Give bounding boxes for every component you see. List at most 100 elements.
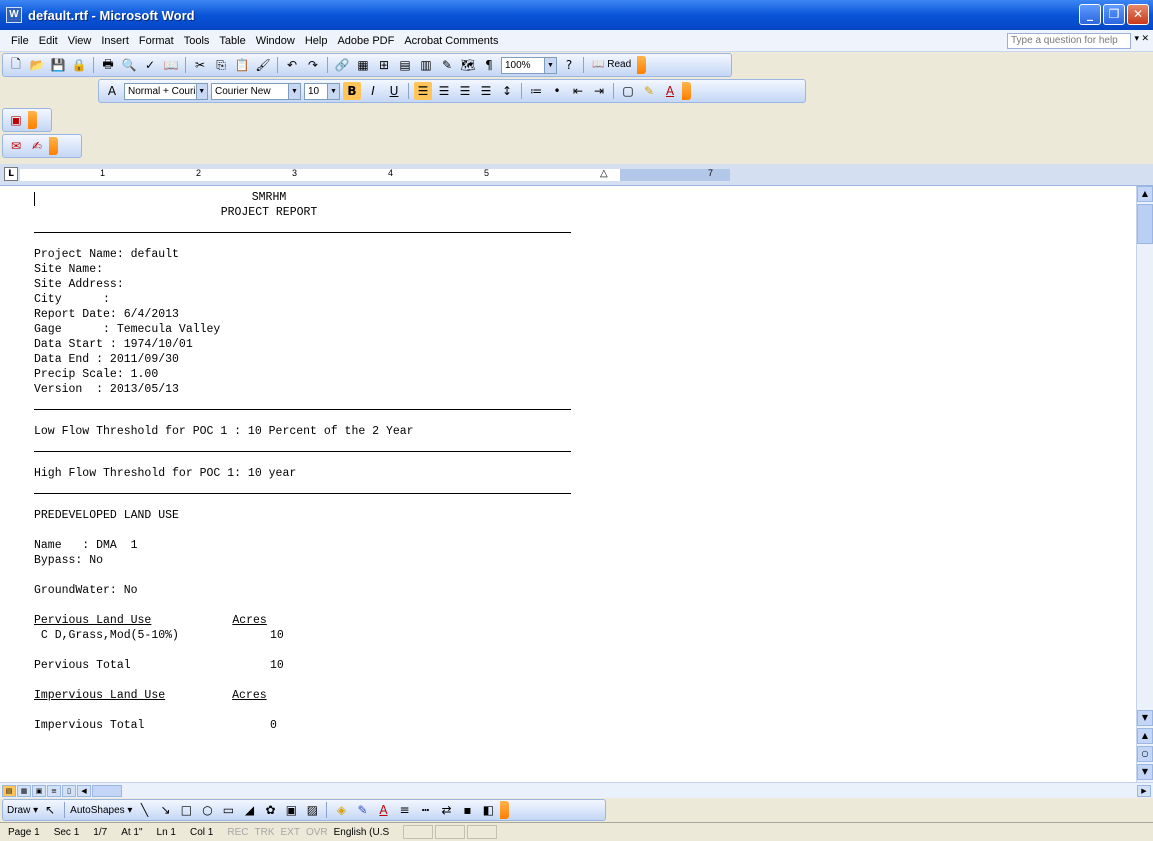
- highlight-icon[interactable]: ✎: [640, 82, 658, 100]
- status-rec[interactable]: REC: [227, 827, 248, 838]
- menu-edit[interactable]: Edit: [34, 35, 63, 47]
- pdf-review-icon[interactable]: ✍: [28, 137, 46, 155]
- rectangle-icon[interactable]: □: [177, 801, 195, 819]
- diagram-icon[interactable]: ✿: [261, 801, 279, 819]
- decrease-indent-icon[interactable]: ⇤: [569, 82, 587, 100]
- line-icon[interactable]: ╲: [135, 801, 153, 819]
- toolbar-options-icon[interactable]: [49, 137, 58, 155]
- tab-selector-icon[interactable]: L: [4, 167, 18, 181]
- align-center-icon[interactable]: ☰: [435, 82, 453, 100]
- vertical-scrollbar[interactable]: ▲ ▼ ▲ ○ ▼: [1136, 186, 1153, 782]
- clip-art-icon[interactable]: ▣: [282, 801, 300, 819]
- picture-icon[interactable]: ▨: [303, 801, 321, 819]
- pdf-email-icon[interactable]: ✉: [7, 137, 25, 155]
- font-select[interactable]: Courier New ▼: [211, 82, 301, 100]
- toolbar-options-icon[interactable]: [500, 801, 510, 819]
- scroll-left-icon[interactable]: ◀: [77, 784, 91, 797]
- print-layout-icon[interactable]: ▣: [32, 784, 46, 797]
- copy-icon[interactable]: ⎘: [212, 56, 230, 74]
- status-language[interactable]: English (U.S: [334, 827, 390, 838]
- spelling-icon[interactable]: ✓: [141, 56, 159, 74]
- line-spacing-icon[interactable]: ↕: [498, 82, 516, 100]
- select-objects-icon[interactable]: ↖: [41, 801, 59, 819]
- 3d-style-icon[interactable]: ◧: [479, 801, 497, 819]
- paste-icon[interactable]: 📋: [233, 56, 251, 74]
- menu-insert[interactable]: Insert: [96, 35, 134, 47]
- read-button[interactable]: 📖 Read: [589, 56, 634, 74]
- insert-excel-icon[interactable]: ▤: [396, 56, 414, 74]
- bullets-icon[interactable]: •: [548, 82, 566, 100]
- font-color-icon[interactable]: A: [661, 82, 679, 100]
- tables-borders-icon[interactable]: ▦: [354, 56, 372, 74]
- text-box-icon[interactable]: ▭: [219, 801, 237, 819]
- cut-icon[interactable]: ✂: [191, 56, 209, 74]
- minimize-button[interactable]: _: [1079, 4, 1101, 25]
- scroll-thumb[interactable]: [1137, 204, 1153, 244]
- menu-table[interactable]: Table: [214, 35, 250, 47]
- status-trk[interactable]: TRK: [254, 827, 274, 838]
- document-page[interactable]: SMRHM PROJECT REPORT Project Name: defau…: [34, 190, 594, 733]
- help-dropdown-icon[interactable]: ▾ ✕: [1134, 33, 1149, 44]
- close-button[interactable]: ✕: [1127, 4, 1149, 25]
- menu-format[interactable]: Format: [134, 35, 179, 47]
- toolbar-options-icon[interactable]: [682, 82, 691, 100]
- scroll-down-icon[interactable]: ▼: [1137, 710, 1153, 726]
- oval-icon[interactable]: ○: [198, 801, 216, 819]
- increase-indent-icon[interactable]: ⇥: [590, 82, 608, 100]
- menu-view[interactable]: View: [63, 35, 97, 47]
- arrow-style-icon[interactable]: ⇄: [437, 801, 455, 819]
- dash-style-icon[interactable]: ┅: [416, 801, 434, 819]
- next-page-icon[interactable]: ▼: [1137, 764, 1153, 780]
- font-size-select[interactable]: 10 ▼: [304, 82, 340, 100]
- draw-menu-button[interactable]: Draw ▾: [7, 805, 38, 816]
- menu-window[interactable]: Window: [251, 35, 300, 47]
- borders-icon[interactable]: ▢: [619, 82, 637, 100]
- reading-layout-icon[interactable]: ▯: [62, 784, 76, 797]
- show-hide-icon[interactable]: ¶: [480, 56, 498, 74]
- align-left-icon[interactable]: ☰: [414, 82, 432, 100]
- menu-acrobat-comments[interactable]: Acrobat Comments: [399, 35, 503, 47]
- print-preview-icon[interactable]: 🔍: [120, 56, 138, 74]
- arrow-icon[interactable]: ↘: [156, 801, 174, 819]
- new-document-icon[interactable]: 🗋: [7, 56, 25, 74]
- toolbar-options-icon[interactable]: [28, 111, 37, 129]
- columns-icon[interactable]: ▥: [417, 56, 435, 74]
- fill-color-icon[interactable]: ◈: [332, 801, 350, 819]
- menu-file[interactable]: File: [6, 35, 34, 47]
- document-map-icon[interactable]: 🗺: [459, 56, 477, 74]
- save-icon[interactable]: 💾: [49, 56, 67, 74]
- italic-icon[interactable]: I: [364, 82, 382, 100]
- status-ovr[interactable]: OVR: [306, 827, 328, 838]
- select-browse-object-icon[interactable]: ○: [1137, 746, 1153, 762]
- open-folder-icon[interactable]: 📂: [28, 56, 46, 74]
- line-style-icon[interactable]: ≡: [395, 801, 413, 819]
- help-icon[interactable]: ?: [560, 56, 578, 74]
- menu-adobe-pdf[interactable]: Adobe PDF: [332, 35, 399, 47]
- maximize-button[interactable]: ❐: [1103, 4, 1125, 25]
- align-right-icon[interactable]: ☰: [456, 82, 474, 100]
- style-select[interactable]: Normal + Couri ▼: [124, 82, 208, 100]
- help-search-input[interactable]: Type a question for help: [1007, 33, 1131, 49]
- draw-font-color-icon[interactable]: A: [374, 801, 392, 819]
- drawing-icon[interactable]: ✎: [438, 56, 456, 74]
- word-app-icon[interactable]: W: [6, 7, 22, 23]
- scroll-up-icon[interactable]: ▲: [1137, 186, 1153, 202]
- menu-tools[interactable]: Tools: [179, 35, 215, 47]
- research-icon[interactable]: 📖: [162, 56, 180, 74]
- menu-help[interactable]: Help: [300, 35, 333, 47]
- hyperlink-icon[interactable]: 🔗: [333, 56, 351, 74]
- format-painter-icon[interactable]: 🖌: [254, 56, 272, 74]
- autoshapes-menu-button[interactable]: AutoShapes ▾: [70, 805, 132, 816]
- previous-page-icon[interactable]: ▲: [1137, 728, 1153, 744]
- bold-icon[interactable]: B: [343, 82, 361, 100]
- normal-view-icon[interactable]: ▤: [2, 784, 16, 797]
- justify-icon[interactable]: ☰: [477, 82, 495, 100]
- horizontal-ruler[interactable]: L 1 2 3 4 5 7 △: [0, 164, 1153, 186]
- web-layout-icon[interactable]: ▦: [17, 784, 31, 797]
- permission-icon[interactable]: 🔒: [70, 56, 88, 74]
- insert-table-icon[interactable]: ⊞: [375, 56, 393, 74]
- line-color-icon[interactable]: ✎: [353, 801, 371, 819]
- undo-icon[interactable]: ↶: [283, 56, 301, 74]
- zoom-select[interactable]: 100% ▼: [501, 56, 557, 74]
- styles-formatting-icon[interactable]: A: [103, 82, 121, 100]
